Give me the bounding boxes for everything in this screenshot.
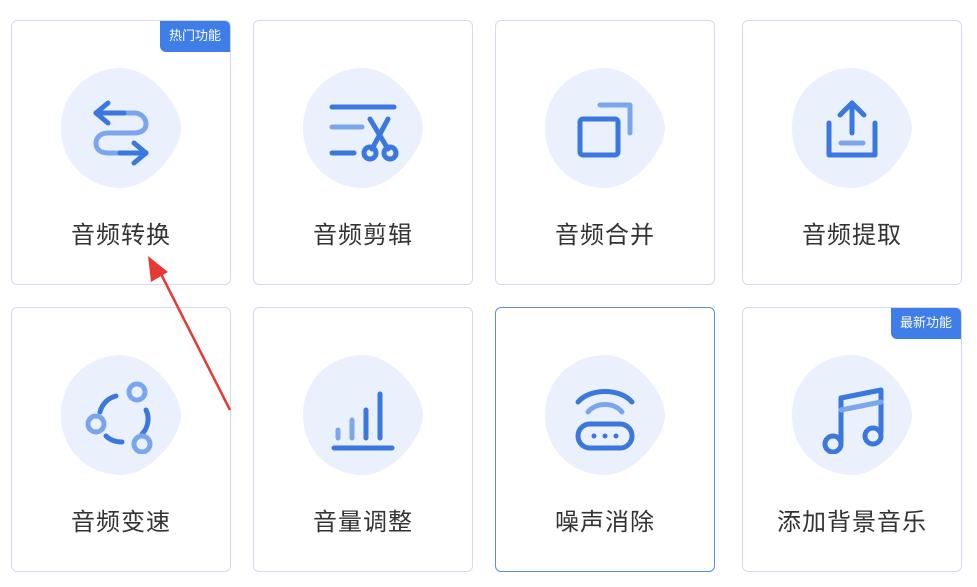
swap-arrows-icon [84, 93, 158, 167]
card-audio-extract[interactable]: 音频提取 [742, 20, 962, 285]
card-audio-convert[interactable]: 音频转换 热门功能 [11, 20, 231, 285]
card-label: 音频合并 [555, 221, 655, 249]
card-label: 音频剪辑 [313, 221, 413, 249]
card-label: 音频变速 [71, 508, 171, 536]
merge-squares-icon [568, 93, 642, 167]
card-noise-removal[interactable]: 噪声消除 [495, 307, 715, 572]
card-label: 音频转换 [71, 221, 171, 249]
card-audio-speed[interactable]: 音频变速 [11, 307, 231, 572]
card-label: 音量调整 [313, 508, 413, 536]
music-note-icon [815, 380, 889, 454]
card-add-bgm[interactable]: 添加背景音乐 最新功能 [742, 307, 962, 572]
hot-feature-badge: 热门功能 [159, 21, 230, 52]
card-volume-adjust[interactable]: 音量调整 [253, 307, 473, 572]
new-feature-badge: 最新功能 [890, 308, 961, 339]
scissors-lines-icon [326, 93, 400, 167]
card-audio-merge[interactable]: 音频合并 [495, 20, 715, 285]
card-label: 音频提取 [802, 221, 902, 249]
volume-bars-icon [326, 380, 400, 454]
card-label: 噪声消除 [555, 508, 655, 536]
card-label: 添加背景音乐 [777, 508, 927, 536]
card-audio-edit[interactable]: 音频剪辑 [253, 20, 473, 285]
upload-tray-icon [815, 93, 889, 167]
cycle-nodes-icon [84, 380, 158, 454]
router-wifi-icon [568, 380, 642, 454]
